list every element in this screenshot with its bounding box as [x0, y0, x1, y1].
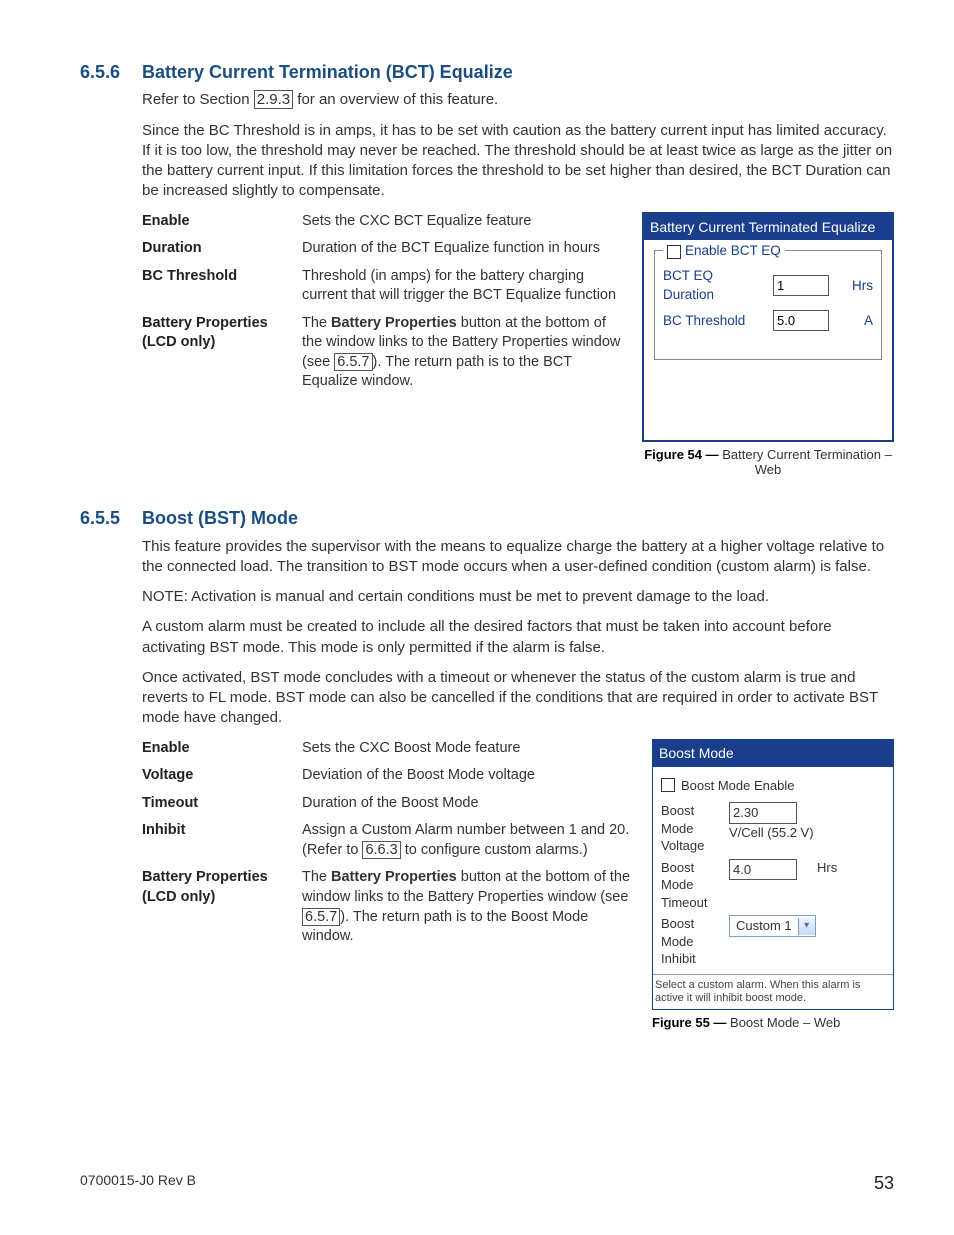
- definition-list: Enable Sets the CXC BCT Equalize feature…: [142, 212, 622, 393]
- page-footer: 0700015-J0 Rev B 53: [80, 1171, 894, 1195]
- def-desc: Duration of the BCT Equalize function in…: [302, 239, 622, 259]
- cross-ref[interactable]: 6.5.7: [334, 353, 372, 371]
- def-term: Enable: [142, 212, 292, 232]
- field-label: Boost Mode Timeout: [661, 859, 721, 912]
- cross-ref[interactable]: 6.6.3: [362, 841, 400, 859]
- section-656-heading: 6.5.6 Battery Current Termination (BCT) …: [80, 60, 894, 84]
- unit-label: Hrs: [852, 277, 873, 295]
- def-term: Enable: [142, 739, 292, 759]
- group-legend: Enable BCT EQ: [663, 242, 785, 260]
- def-desc: Sets the CXC BCT Equalize feature: [302, 212, 622, 232]
- unit-label: V/Cell (55.2 V): [729, 825, 814, 840]
- def-term: Duration: [142, 239, 292, 259]
- section-655-body: This feature provides the supervisor wit…: [142, 537, 894, 1032]
- cross-ref[interactable]: 2.9.3: [254, 90, 293, 109]
- hint-text: Select a custom alarm. When this alarm i…: [653, 974, 893, 1009]
- section-number: 6.5.5: [80, 506, 126, 530]
- def-term: Timeout: [142, 794, 292, 814]
- def-desc: Duration of the Boost Mode: [302, 794, 632, 814]
- def-term: Battery Properties (LCD only): [142, 868, 292, 946]
- unit-label: Hrs: [817, 859, 837, 877]
- boost-timeout-input[interactable]: 4.0: [729, 859, 797, 881]
- bct-equalize-panel: Battery Current Terminated Equalize Enab…: [642, 212, 894, 443]
- boost-enable-checkbox[interactable]: [661, 778, 675, 792]
- panel-body: Boost Mode Enable Boost Mode Voltage 2.3…: [653, 767, 893, 1010]
- panel-body: Enable BCT EQ BCT EQ Duration 1 Hrs BC T…: [644, 240, 892, 440]
- chevron-down-icon: ▾: [798, 918, 815, 935]
- field-label: Boost Mode Voltage: [661, 802, 721, 855]
- def-desc: The Battery Properties button at the bot…: [302, 868, 632, 946]
- def-term: Inhibit: [142, 821, 292, 860]
- paragraph: This feature provides the supervisor wit…: [142, 537, 894, 578]
- paragraph: Refer to Section 2.9.3 for an overview o…: [142, 90, 894, 110]
- section-number: 6.5.6: [80, 60, 126, 84]
- bc-threshold-row: BC Threshold 5.0 A: [663, 310, 873, 332]
- boost-inhibit-row: Boost Mode Inhibit Custom 1 ▾: [661, 915, 885, 968]
- def-term: Voltage: [142, 766, 292, 786]
- enable-bct-checkbox[interactable]: [667, 245, 681, 259]
- section-656-body: Refer to Section 2.9.3 for an overview o…: [142, 90, 894, 478]
- section-655-heading: 6.5.5 Boost (BST) Mode: [80, 506, 894, 530]
- paragraph: Since the BC Threshold is in amps, it ha…: [142, 121, 894, 202]
- boost-voltage-row: Boost Mode Voltage 2.30 V/Cell (55.2 V): [661, 802, 885, 855]
- boost-enable-row: Boost Mode Enable: [661, 777, 885, 795]
- def-desc: Threshold (in amps) for the battery char…: [302, 267, 622, 306]
- def-desc: Assign a Custom Alarm number between 1 a…: [302, 821, 632, 860]
- checkbox-label: Enable BCT EQ: [685, 242, 781, 260]
- paragraph: Once activated, BST mode concludes with …: [142, 668, 894, 729]
- def-desc: Deviation of the Boost Mode voltage: [302, 766, 632, 786]
- boost-voltage-input[interactable]: 2.30: [729, 802, 797, 824]
- bct-duration-input[interactable]: 1: [773, 275, 829, 297]
- doc-id: 0700015-J0 Rev B: [80, 1171, 196, 1195]
- def-term: BC Threshold: [142, 267, 292, 306]
- paragraph: A custom alarm must be created to includ…: [142, 617, 894, 658]
- field-label: BC Threshold: [663, 312, 767, 330]
- figure-55: Boost Mode Boost Mode Enable Boost Mode …: [652, 739, 894, 1032]
- bc-threshold-input[interactable]: 5.0: [773, 310, 829, 332]
- panel-title: Boost Mode: [653, 740, 893, 767]
- panel-title: Battery Current Terminated Equalize: [644, 214, 892, 241]
- def-desc: Sets the CXC Boost Mode feature: [302, 739, 632, 759]
- section-title: Boost (BST) Mode: [142, 506, 298, 530]
- paragraph: NOTE: Activation is manual and certain c…: [142, 587, 894, 607]
- field-label: BCT EQ Duration: [663, 267, 767, 303]
- bct-duration-row: BCT EQ Duration 1 Hrs: [663, 267, 873, 303]
- enable-bct-group: Enable BCT EQ BCT EQ Duration 1 Hrs BC T…: [654, 250, 882, 360]
- section-title: Battery Current Termination (BCT) Equali…: [142, 60, 513, 84]
- field-label: Boost Mode Inhibit: [661, 915, 721, 968]
- cross-ref[interactable]: 6.5.7: [302, 908, 340, 926]
- figure-caption: Figure 54 — Battery Current Termination …: [642, 448, 894, 478]
- figure-54: Battery Current Terminated Equalize Enab…: [642, 212, 894, 479]
- checkbox-label: Boost Mode Enable: [681, 777, 794, 795]
- section-656-columns: Enable Sets the CXC BCT Equalize feature…: [142, 212, 894, 479]
- unit-label: A: [864, 312, 873, 330]
- boost-inhibit-select[interactable]: Custom 1 ▾: [729, 915, 816, 937]
- figure-caption: Figure 55 — Boost Mode – Web: [652, 1016, 894, 1031]
- page-number: 53: [874, 1171, 894, 1195]
- definition-list: Enable Sets the CXC Boost Mode feature V…: [142, 739, 632, 947]
- section-655-columns: Enable Sets the CXC Boost Mode feature V…: [142, 739, 894, 1032]
- boost-mode-panel: Boost Mode Boost Mode Enable Boost Mode …: [652, 739, 894, 1011]
- def-desc: The Battery Properties button at the bot…: [302, 314, 622, 392]
- select-value: Custom 1: [730, 916, 798, 936]
- boost-timeout-row: Boost Mode Timeout 4.0 Hrs: [661, 859, 885, 912]
- def-term: Battery Properties (LCD only): [142, 314, 292, 392]
- page: 6.5.6 Battery Current Termination (BCT) …: [0, 0, 954, 1235]
